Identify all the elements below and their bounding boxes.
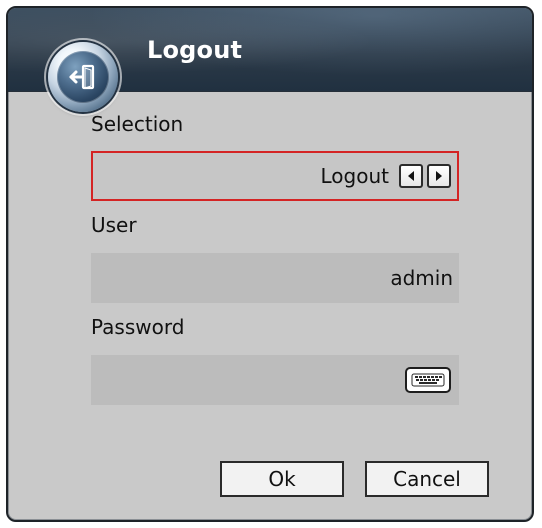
selection-field[interactable]: Logout (91, 151, 459, 201)
logout-dialog: Logout Selection Logout User admin Passw… (6, 6, 534, 522)
dialog-title: Logout (147, 36, 243, 64)
arrow-left-icon (408, 171, 414, 181)
password-label: Password (91, 315, 185, 339)
selection-next-button[interactable] (427, 164, 451, 188)
keyboard-icon (411, 373, 445, 387)
keyboard-button[interactable] (405, 367, 451, 393)
user-label: User (91, 213, 137, 237)
user-value: admin (390, 266, 453, 290)
selection-value: Logout (320, 164, 389, 188)
cancel-button[interactable]: Cancel (365, 461, 489, 497)
selection-prev-button[interactable] (399, 164, 423, 188)
ok-button[interactable]: Ok (220, 461, 344, 497)
password-field[interactable] (91, 355, 459, 405)
dialog-content: Selection Logout User admin Password Ok … (8, 92, 532, 520)
user-field[interactable]: admin (91, 253, 459, 303)
selection-label: Selection (91, 112, 184, 136)
arrow-right-icon (436, 171, 442, 181)
